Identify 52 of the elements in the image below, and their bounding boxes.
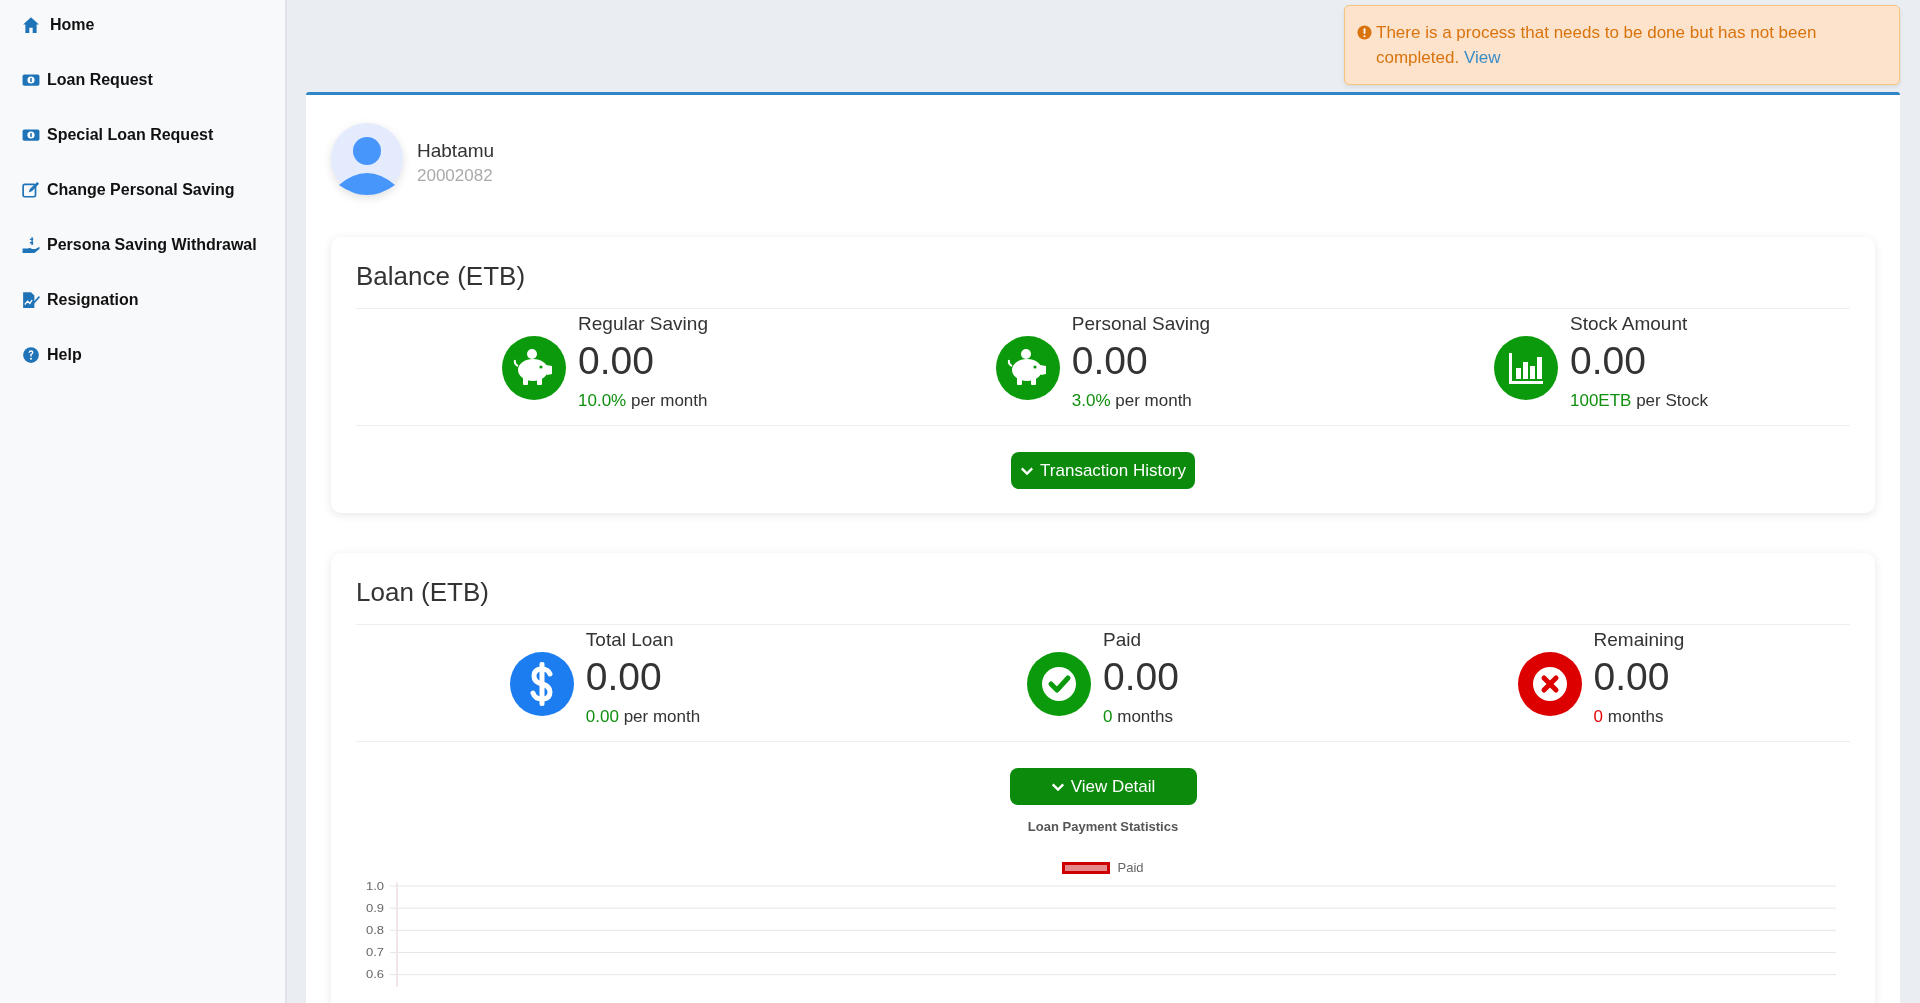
user-name: Habtamu	[417, 140, 495, 162]
sidebar-item[interactable]: Loan Request	[0, 52, 285, 107]
piggy-icon	[502, 336, 567, 400]
stat-note: 10.0% per month	[578, 391, 708, 411]
transaction-history-button[interactable]: Transaction History	[1011, 452, 1195, 489]
legend-label: Paid	[1117, 860, 1144, 875]
stat-label: Personal Saving	[1071, 313, 1211, 335]
stat-label: Total Loan	[585, 629, 675, 651]
stat-label: Regular Saving	[578, 313, 708, 335]
stat-note: 0 months	[1103, 707, 1174, 727]
stat-value: 0.00	[1593, 654, 1671, 700]
check-icon	[1027, 652, 1092, 716]
user-id: 20002082	[417, 166, 494, 186]
sidebar-item[interactable]: Persona Saving Withdrawal	[0, 217, 285, 272]
stat-value: 0.00	[1570, 338, 1647, 384]
y-tick-label: 1.0	[365, 879, 384, 893]
stat-value: 0.00	[585, 654, 663, 700]
y-tick-label: 0.8	[365, 923, 384, 937]
stat-value: 0.00	[1071, 338, 1149, 384]
sidebar-item[interactable]: Home	[0, 0, 285, 52]
sidebar-item[interactable]: Help	[0, 327, 285, 382]
y-tick-label: 0.6	[365, 967, 384, 981]
hand-coin-icon	[22, 235, 40, 254]
document-sign-icon	[22, 290, 40, 309]
help-icon	[22, 345, 40, 364]
view-detail-button[interactable]: View Detail	[1009, 768, 1197, 805]
avatar-icon	[331, 123, 403, 195]
chart-title: Loan Payment Statistics	[1026, 819, 1180, 834]
stat-value: 0.00	[1103, 654, 1179, 700]
card-title: Loan (ETB)	[356, 577, 490, 608]
stat-note: 3.0% per month	[1071, 391, 1193, 411]
y-tick-label: 0.7	[365, 945, 384, 959]
sidebar-item[interactable]: Change Personal Saving	[0, 162, 285, 217]
stat-note: 100ETB per Stock	[1570, 391, 1708, 411]
home-icon	[22, 15, 40, 34]
piggy-icon	[995, 336, 1060, 400]
exclamation-icon	[1357, 25, 1372, 40]
cross-icon	[1517, 652, 1582, 716]
stat-note: 0 months	[1593, 707, 1665, 727]
alert-message: There is a process that needs to be done but has not been completed. View	[1376, 22, 1818, 69]
stat-label: Remaining	[1593, 629, 1685, 651]
y-tick-label: 0.9	[365, 901, 384, 915]
stat-note: 0.00 per month	[585, 707, 701, 727]
sidebar-item[interactable]: Special Loan Request	[0, 107, 285, 162]
stat-label: Stock Amount	[1570, 313, 1689, 335]
sidebar-item[interactable]: Resignation	[0, 272, 285, 327]
dollar-icon	[509, 652, 574, 716]
stat-label: Paid	[1103, 629, 1143, 651]
chart-icon	[1494, 336, 1558, 400]
card-title: Balance (ETB)	[356, 261, 527, 292]
stat-value: 0.00	[578, 338, 655, 384]
edit-icon	[22, 180, 40, 199]
